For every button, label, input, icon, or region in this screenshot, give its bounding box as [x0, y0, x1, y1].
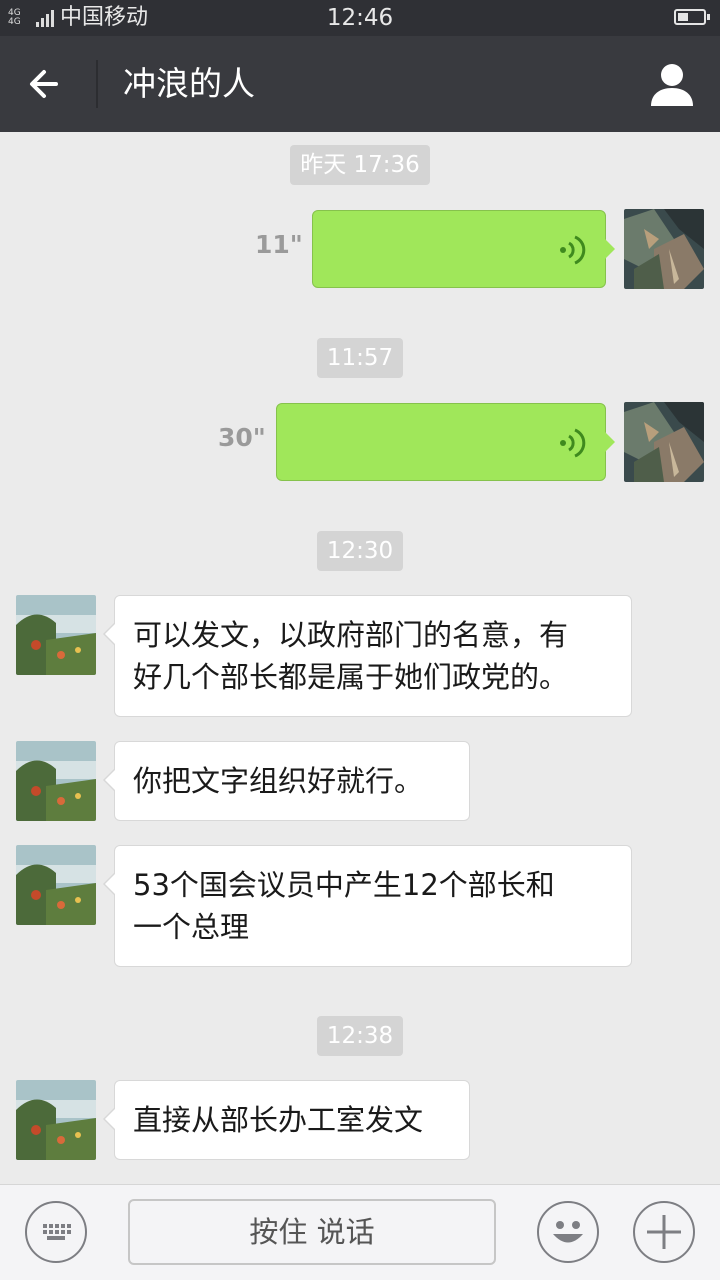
chat-info-button[interactable]: [648, 60, 696, 108]
text-message-bubble[interactable]: 直接从部长办工室发文: [103, 1080, 470, 1160]
keyboard-icon: [43, 1224, 71, 1240]
own-avatar[interactable]: [624, 209, 704, 289]
text-message-bubble[interactable]: 你把文字组织好就行。: [103, 741, 470, 821]
contact-avatar[interactable]: [16, 741, 96, 821]
voice-duration: 30": [218, 423, 266, 452]
person-icon: [651, 64, 693, 106]
own-avatar[interactable]: [624, 402, 704, 482]
plus-icon: [647, 1215, 681, 1249]
contact-avatar[interactable]: [16, 845, 96, 925]
status-time: 12:46: [326, 5, 394, 31]
voice-wave-icon: [560, 428, 586, 458]
hold-to-talk-button[interactable]: 按住 说话: [128, 1199, 496, 1265]
battery-icon: [674, 9, 710, 25]
more-options-button[interactable]: [633, 1201, 695, 1263]
voice-wave-icon: [560, 235, 586, 265]
back-arrow-icon: [30, 70, 58, 98]
message-timestamp: 11:57: [317, 338, 403, 378]
message-text-line: 53个国会议员中产生12个部长和: [133, 868, 555, 902]
keyboard-toggle-button[interactable]: [25, 1201, 87, 1263]
chat-screen: 4G 4G 中国移动 12:46 冲浪的人 昨天 17:36 11" 11:57…: [0, 0, 720, 1280]
emoji-button[interactable]: [537, 1201, 599, 1263]
voice-message-bubble[interactable]: [312, 210, 615, 288]
text-message-bubble[interactable]: 53个国会议员中产生12个部长和 一个总理: [103, 845, 632, 967]
message-text-line: 好几个部长都是属于她们政党的。: [133, 660, 569, 694]
status-bar: 4G 4G 中国移动 12:46: [0, 0, 720, 36]
chat-header: 冲浪的人: [0, 36, 720, 132]
message-text-line: 可以发文，以政府部门的名意，有: [133, 618, 569, 652]
message-text-line: 你把文字组织好就行。: [133, 764, 424, 798]
message-text-line: 一个总理: [133, 910, 250, 944]
message-timestamp: 12:38: [317, 1016, 403, 1056]
voice-message-bubble[interactable]: [276, 403, 615, 481]
contact-avatar[interactable]: [16, 1080, 96, 1160]
back-button[interactable]: [24, 62, 72, 106]
contact-avatar[interactable]: [16, 595, 96, 675]
chat-title: 冲浪的人: [123, 64, 255, 103]
smiley-icon: [553, 1221, 583, 1243]
text-message-bubble[interactable]: 可以发文，以政府部门的名意，有 好几个部长都是属于她们政党的。: [103, 595, 632, 717]
voice-duration: 11": [255, 230, 303, 259]
message-timestamp: 12:30: [317, 531, 403, 571]
header-divider: [96, 60, 98, 108]
message-text-line: 直接从部长办工室发文: [133, 1103, 424, 1137]
input-bar: 按住 说话: [0, 1184, 720, 1280]
message-timestamp: 昨天 17:36: [290, 145, 430, 185]
